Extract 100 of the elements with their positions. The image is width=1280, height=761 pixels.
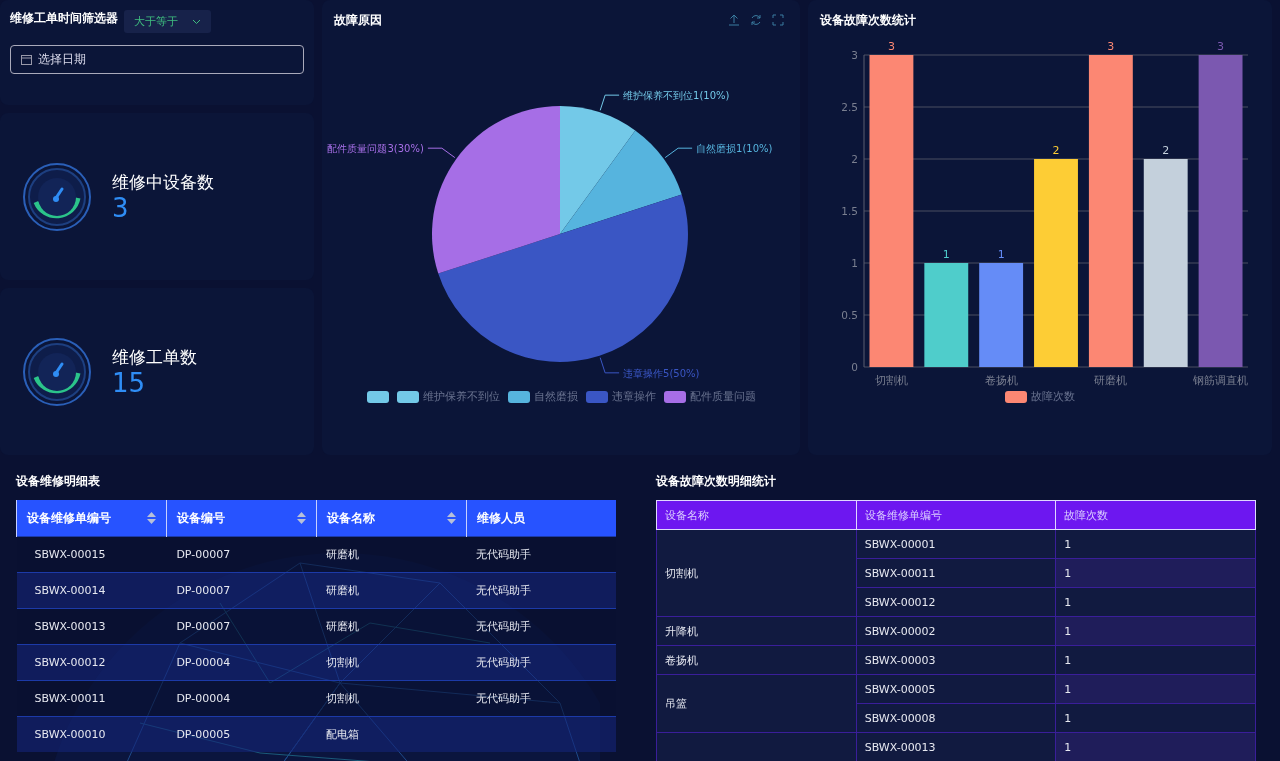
axis-tick-label: 2.5 [841, 101, 858, 113]
legend-label[interactable]: 配件质量问题 [689, 389, 756, 404]
table-cell: 研磨机 [316, 572, 467, 609]
table-cell: 无代码助手 [466, 572, 616, 609]
gauge-icon [22, 336, 92, 407]
column-header[interactable]: 维修人员 [466, 500, 616, 537]
legend-swatch[interactable] [663, 390, 686, 403]
stat-label: 维修工单数 [112, 345, 197, 369]
table-cell: SBWX-00014 [16, 572, 167, 609]
slice-label: 维护保养不到位1(10%) [623, 90, 730, 102]
table-cell: 1 [1055, 732, 1256, 761]
legend-label[interactable]: 自然磨损 [533, 389, 578, 404]
table-cell: 无代码助手 [466, 680, 616, 717]
bar-value-label: 3 [887, 40, 895, 53]
panel-title: 故障原因 [334, 12, 382, 29]
upload-icon[interactable] [728, 14, 740, 26]
date-placeholder: 选择日期 [38, 51, 86, 68]
table-cell: 1 [1055, 529, 1256, 559]
table-cell: 无代码助手 [466, 608, 616, 645]
column-header[interactable]: 设备名称 [316, 500, 467, 537]
gauge-icon [22, 161, 92, 232]
column-header: 设备名称 [656, 500, 857, 530]
column-header[interactable]: 设备编号 [166, 500, 317, 537]
table-cell: SBWX-00015 [16, 536, 167, 573]
calendar-icon [21, 54, 32, 65]
table-cell: SBWX-00012 [16, 644, 167, 681]
bar-value-label: 1 [997, 248, 1005, 261]
table-cell: DP-00007 [166, 572, 317, 609]
table-cell: 1 [1055, 645, 1256, 675]
column-header: 故障次数 [1055, 500, 1256, 530]
axis-tick-label: 3 [851, 49, 858, 61]
table-cell: 切割机 [316, 644, 467, 681]
slice-label: 违章操作5(50%) [623, 367, 700, 379]
table-cell: 无代码助手 [466, 536, 616, 573]
axis-tick-label: 1.5 [841, 205, 858, 217]
column-header[interactable]: 设备维修单编号 [16, 500, 167, 537]
axis-tick-label: 0.5 [841, 309, 858, 321]
table-cell: 研磨机 [316, 608, 467, 645]
column-header: 设备维修单编号 [856, 500, 1056, 530]
stat-label: 维修中设备数 [112, 170, 214, 194]
table-cell: 配电箱 [316, 716, 467, 752]
table-cell: SBWX-00011 [856, 558, 1056, 588]
axis-tick-label: 研磨机 [1094, 374, 1128, 386]
legend-swatch[interactable] [1005, 390, 1027, 403]
table-cell: SBWX-00008 [856, 703, 1056, 733]
table-cell: 切割机 [316, 680, 467, 717]
slice-label: 自然磨损1(10%) [696, 143, 773, 155]
legend-swatch[interactable] [585, 390, 608, 403]
legend-label[interactable]: 违章操作 [611, 389, 656, 404]
table-cell: 升降机 [656, 616, 857, 646]
table-cell: 卷扬机 [656, 645, 857, 675]
table-cell: DP-00004 [166, 644, 317, 681]
stat-value: 15 [112, 368, 147, 398]
table-cell: DP-00007 [166, 536, 317, 573]
table-cell: 无代码助手 [466, 644, 616, 681]
panel-title: 设备维修明细表 [16, 473, 100, 490]
bar-value-label: 3 [1107, 40, 1115, 53]
table-cell: 1 [1055, 703, 1256, 733]
fullscreen-icon[interactable] [772, 14, 784, 26]
legend-label[interactable]: 维护保养不到位 [422, 389, 500, 404]
legend-swatch[interactable] [366, 390, 389, 403]
table-cell: SBWX-00013 [16, 608, 167, 645]
table-cell: DP-00005 [166, 716, 317, 752]
leader-line [599, 94, 620, 111]
table-cell: 研磨机 [316, 536, 467, 573]
table-cell: 1 [1055, 674, 1256, 704]
slice-label: 配件质量问题3(30%) [327, 143, 424, 155]
card-title: 维修工单时间筛选器 [10, 10, 118, 27]
table-cell: 1 [1055, 558, 1256, 588]
legend-label[interactable]: 故障次数 [1031, 389, 1075, 404]
table-cell: SBWX-00012 [856, 587, 1056, 617]
leader-line [664, 147, 693, 159]
legend-swatch[interactable] [507, 390, 530, 403]
leader-line [427, 147, 456, 159]
panel-title: 设备故障次数统计 [820, 12, 916, 29]
axis-tick-label: 切割机 [874, 374, 908, 386]
table-cell: SBWX-00010 [16, 716, 167, 752]
table-cell: 吊篮 [656, 674, 857, 733]
axis-tick-label: 0 [851, 361, 858, 373]
table-cell: SBWX-00003 [856, 645, 1056, 675]
bar-value-label: 3 [1217, 40, 1225, 53]
date-picker-field[interactable]: 选择日期 [10, 45, 304, 74]
bar-value-label: 2 [1162, 144, 1170, 157]
table-cell: SBWX-00002 [856, 616, 1056, 646]
table-cell: 切割机 [656, 529, 857, 617]
axis-tick-label: 1 [851, 257, 858, 269]
axis-tick-label: 钢筋调直机 [1192, 374, 1248, 386]
stat-value: 3 [112, 193, 130, 223]
legend-swatch[interactable] [396, 390, 419, 403]
axis-tick-label: 卷扬机 [984, 374, 1018, 386]
panel-title: 设备故障次数明细统计 [656, 473, 776, 490]
table-cell: SBWX-00001 [856, 529, 1056, 559]
table-cell: SBWX-00011 [16, 680, 167, 717]
sort-icon[interactable] [446, 511, 456, 524]
sort-icon[interactable] [296, 511, 306, 524]
axis-tick-label: 2 [851, 153, 858, 165]
refresh-icon[interactable] [750, 14, 762, 26]
sort-icon[interactable] [146, 511, 156, 524]
leader-line [599, 357, 620, 374]
operator-dropdown[interactable]: 大于等于 [124, 10, 211, 33]
